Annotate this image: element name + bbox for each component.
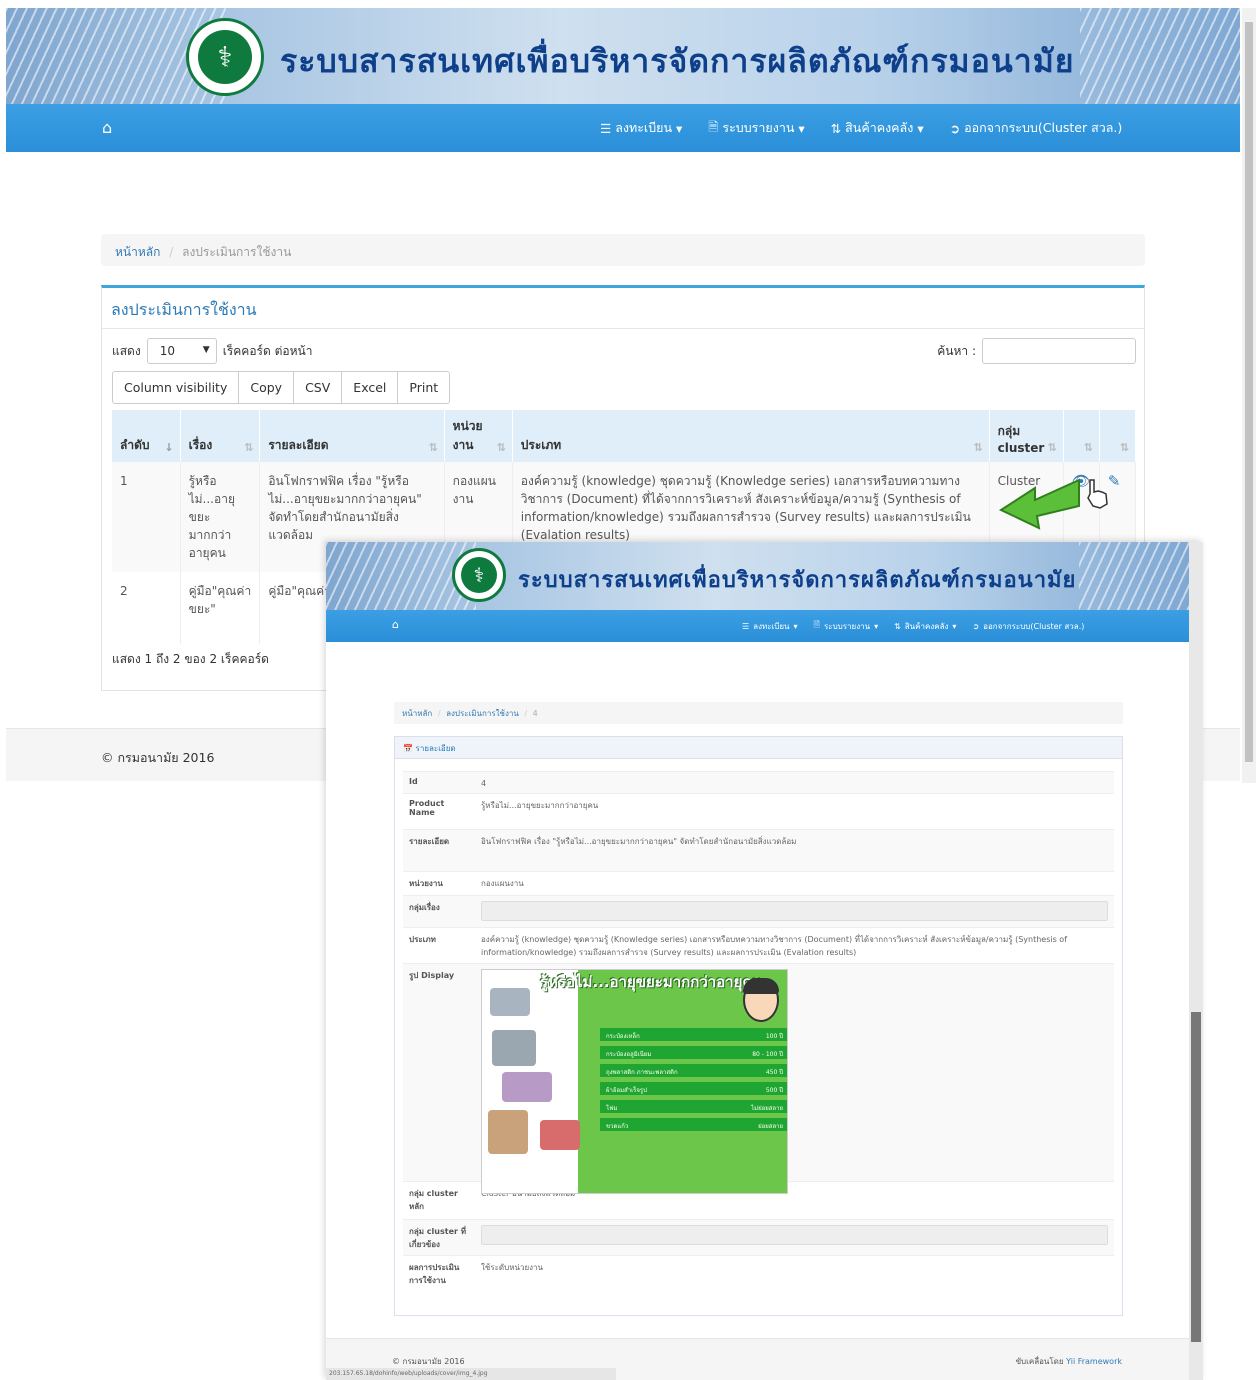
sort-icon: ⇅ — [428, 441, 438, 454]
sort-icon: ⇅ — [1119, 441, 1129, 454]
inventory-menu[interactable]: ⇅ สินค้าคงคลัง ▾ — [831, 118, 924, 138]
list-icon: ☰ — [600, 120, 612, 136]
header-banner: ระบบสารสนเทศเพื่อบริหารจัดการผลิตภัณฑ์กร… — [326, 542, 1189, 610]
detail-window-screenshot: ระบบสารสนเทศเพื่อบริหารจัดการผลิตภัณฑ์กร… — [326, 542, 1203, 1380]
detail-view: Id 4 Product Name รู้หรือไม่...อายุขยะมากก… — [403, 771, 1114, 1289]
report-menu[interactable]: 🗎 ระบบรายงาน ▾ — [708, 118, 804, 139]
home-icon[interactable]: ⌂ — [392, 618, 399, 631]
col-header-view[interactable]: ⇅ — [1063, 410, 1100, 462]
status-bar-url: 203.157.65.18/dohinfo/web/uploads/cover/… — [326, 1368, 616, 1380]
file-icon: 🗎 — [708, 118, 719, 134]
window-scrollbar[interactable] — [1242, 8, 1256, 783]
app-title: ระบบสารสนเทศเพื่อบริหารจัดการผลิตภัณฑ์กร… — [518, 568, 1077, 593]
table-info: แสดง 1 ถึง 2 ของ 2 เร็คคอร์ด — [112, 652, 269, 666]
list-icon: ☰ — [742, 621, 750, 631]
green-arrow-icon — [998, 478, 1080, 530]
breadcrumb-home[interactable]: หน้าหลัก — [115, 245, 160, 259]
sort-icon: ⇅ — [830, 120, 842, 136]
sort-icon: ⇅ — [1047, 441, 1057, 454]
col-header-edit[interactable]: ⇅ — [1099, 410, 1137, 462]
sort-icon: ⇅ — [973, 441, 983, 454]
search-control: ค้นหา : — [937, 338, 1136, 364]
hand-cursor-icon — [1087, 479, 1108, 509]
sign-out-icon: ➲ — [949, 120, 961, 136]
detail-panel: 📅 รายละเอียด Id 4 Product Name รู้หรือไม่.… — [394, 736, 1123, 1316]
col-header-subject[interactable]: เรื่อง ⇅ — [180, 410, 261, 462]
print-button[interactable]: Print — [397, 371, 451, 404]
ministry-logo — [452, 548, 506, 602]
display-image[interactable]: รู้หรือไม่...อายุขยะมากกว่าอายุคน กระป๋อ… — [481, 969, 788, 1194]
page-length-select[interactable]: 10 ▼ — [146, 338, 217, 364]
breadcrumb: หน้าหลัก / ลงประเมินการใช้งาน — [101, 234, 1145, 266]
sort-icon: ⇅ — [894, 621, 901, 631]
home-icon[interactable]: ⌂ — [102, 118, 112, 137]
window-scrollbar[interactable] — [1189, 542, 1203, 1380]
column-visibility-button[interactable]: Column visibility — [112, 371, 240, 404]
breadcrumb-home[interactable]: หน้าหลัก — [402, 709, 432, 718]
sort-icon: ⇅ — [1083, 441, 1093, 454]
logout-link[interactable]: ➲ ออกจากระบบ(Cluster สวล.) — [950, 118, 1123, 138]
panel-title: ลงประเมินการใช้งาน — [111, 300, 257, 319]
subject-group-field — [481, 901, 1108, 921]
csv-button[interactable]: CSV — [293, 371, 343, 404]
sort-icon: ⇅ — [496, 441, 506, 454]
copy-button[interactable]: Copy — [238, 371, 295, 404]
main-navbar: ⌂ ☰ ลงทะเบียน ▾ 🗎 ระบบรายงาน ▾ ⇅ สินค้าคงคลัง… — [6, 104, 1240, 152]
caret-down-icon: ▾ — [676, 120, 683, 136]
sort-asc-icon: ↓ — [164, 441, 174, 454]
footer-copyright: © กรมอนามัย 2016 — [101, 750, 215, 765]
col-header-type[interactable]: ประเภท ⇅ — [512, 410, 990, 462]
col-header-cluster[interactable]: กลุ่ม cluster ⇅ — [989, 410, 1064, 462]
inventory-menu[interactable]: ⇅ สินค้าคงคลัง ▾ — [894, 620, 956, 633]
file-icon: 🗎 — [813, 620, 820, 629]
register-menu[interactable]: ☰ ลงทะเบียน ▾ — [742, 620, 798, 633]
calendar-icon: 📅 — [403, 744, 413, 753]
caret-down-icon: ▾ — [874, 621, 879, 631]
yii-framework-link[interactable]: Yii Framework — [1066, 1357, 1122, 1366]
sort-icon: ⇅ — [244, 441, 254, 454]
breadcrumb: หน้าหลัก / ลงประเมินการใช้งาน / 4 — [394, 702, 1123, 724]
search-input[interactable] — [982, 338, 1136, 364]
report-menu[interactable]: 🗎 ระบบรายงาน ▾ — [814, 619, 879, 633]
related-cluster-field — [481, 1225, 1108, 1245]
col-header-detail[interactable]: รายละเอียด ⇅ — [259, 410, 445, 462]
register-menu[interactable]: ☰ ลงทะเบียน ▾ — [600, 118, 682, 138]
caret-down-icon: ▾ — [798, 120, 805, 136]
app-title: ระบบสารสนเทศเพื่อบริหารจัดการผลิตภัณฑ์กร… — [280, 42, 1075, 80]
logout-link[interactable]: ➲ ออกจากระบบ(Cluster สวล.) — [972, 620, 1084, 633]
ministry-logo — [186, 18, 264, 96]
caret-down-icon: ▼ — [202, 345, 210, 355]
caret-down-icon: ▾ — [952, 621, 957, 631]
caret-down-icon: ▾ — [917, 120, 924, 136]
col-header-no[interactable]: ลำดับ ↓ — [112, 410, 181, 462]
breadcrumb-current: 4 — [532, 709, 538, 718]
header-banner: ระบบสารสนเทศเพื่อบริหารจัดการผลิตภัณฑ์กร… — [6, 8, 1240, 104]
cartoon-face — [743, 978, 779, 1022]
export-buttons: Column visibility Copy CSV Excel Print — [112, 371, 451, 404]
main-navbar: ⌂ ☰ ลงทะเบียน ▾ 🗎 ระบบรายงาน ▾ ⇅ สินค้าคงคลัง… — [326, 610, 1189, 642]
breadcrumb-current: ลงประเมินการใช้งาน — [182, 245, 292, 259]
page-length-control: แสดง 10 ▼ เร็คคอร์ด ต่อหน้า — [112, 338, 312, 364]
caret-down-icon: ▾ — [793, 621, 798, 631]
detail-panel-title: รายละเอียด — [415, 744, 456, 753]
excel-button[interactable]: Excel — [341, 371, 399, 404]
sign-out-icon: ➲ — [972, 621, 980, 631]
breadcrumb-mid[interactable]: ลงประเมินการใช้งาน — [446, 709, 519, 718]
col-header-unit[interactable]: หน่วย งาน ⇅ — [444, 410, 513, 462]
